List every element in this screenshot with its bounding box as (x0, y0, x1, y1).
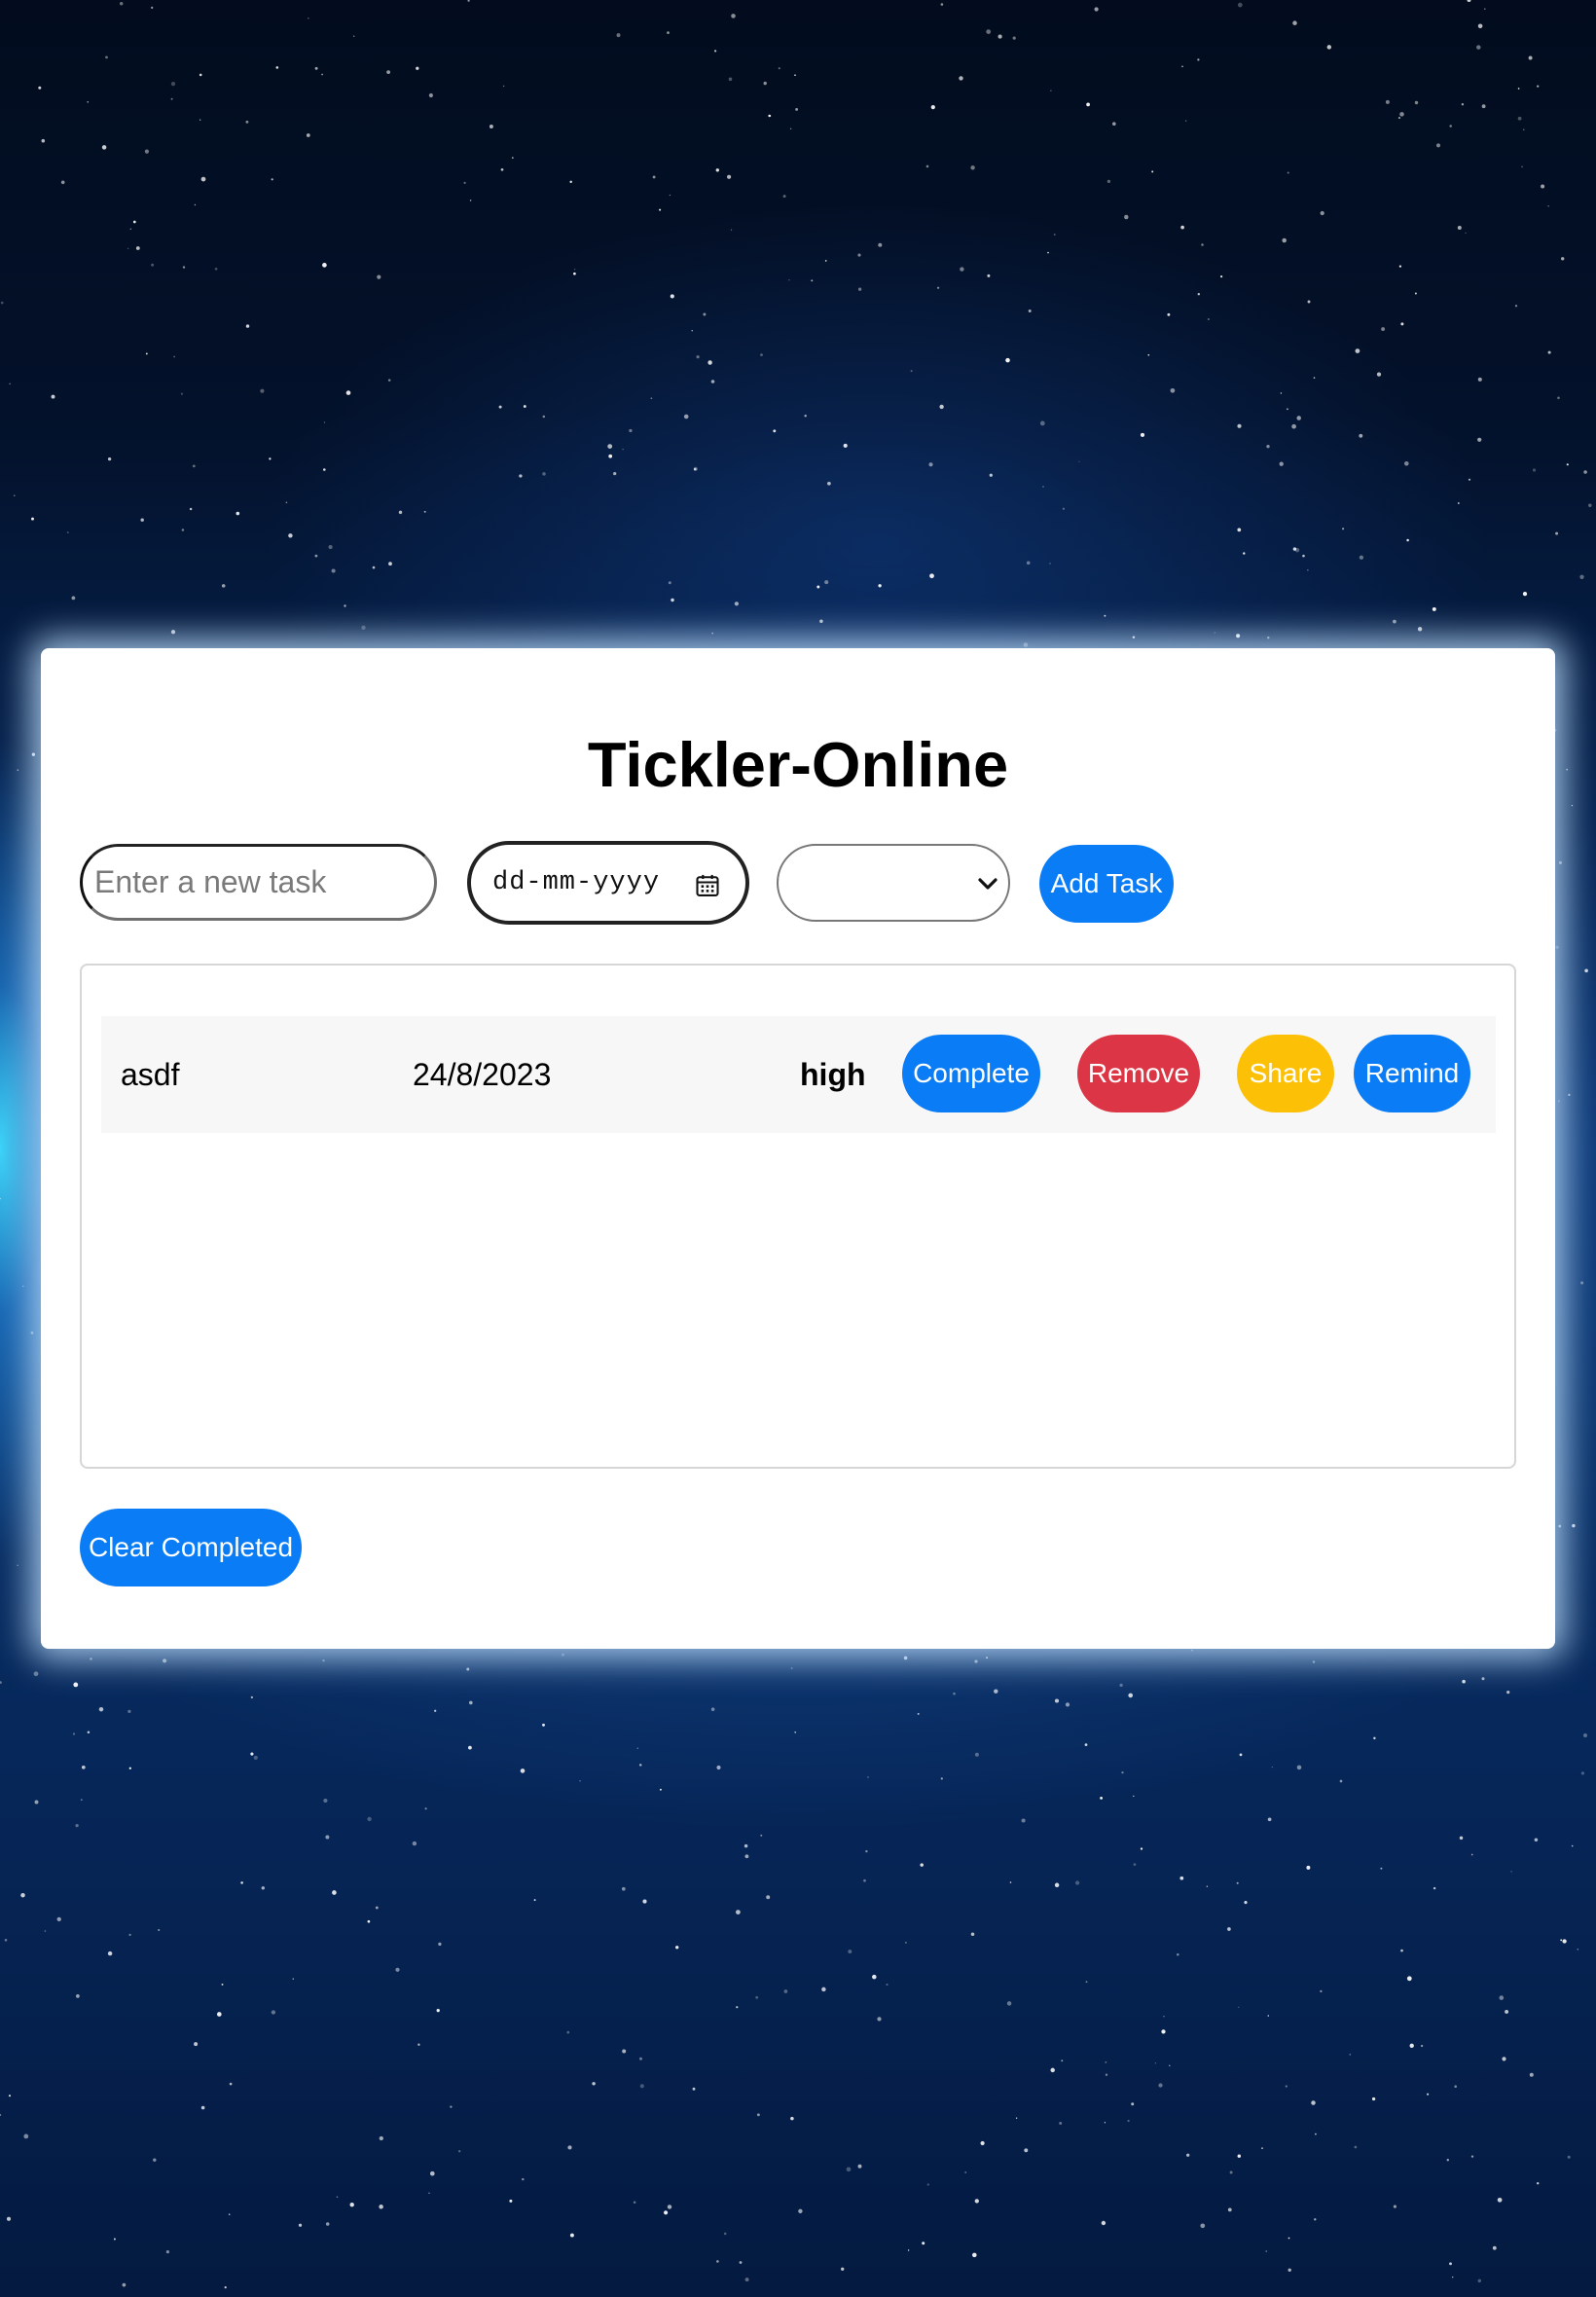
task-name: asdf (121, 1057, 180, 1092)
date-placeholder: dd-mm-yyyy (492, 868, 661, 897)
task-input[interactable] (80, 844, 437, 921)
add-task-button[interactable]: Add Task (1039, 845, 1174, 923)
calendar-icon[interactable] (694, 872, 721, 899)
chevron-down-icon (978, 878, 998, 890)
task-row: asdf 24/8/2023 high Complete Remove Shar… (101, 1016, 1496, 1133)
task-due-date: 24/8/2023 (413, 1057, 552, 1092)
priority-select[interactable] (777, 844, 1010, 922)
tickler-card: Tickler-Online dd-mm-yyyy Add Task asdf … (41, 648, 1555, 1649)
share-button[interactable]: Share (1237, 1035, 1334, 1112)
remind-button[interactable]: Remind (1354, 1035, 1470, 1112)
page-title: Tickler-Online (587, 729, 1009, 800)
due-date-input[interactable]: dd-mm-yyyy (467, 841, 749, 925)
clear-completed-button[interactable]: Clear Completed (80, 1509, 302, 1586)
task-list: asdf 24/8/2023 high Complete Remove Shar… (80, 964, 1516, 1469)
complete-button[interactable]: Complete (902, 1035, 1040, 1112)
task-priority: high (800, 1057, 866, 1092)
remove-button[interactable]: Remove (1077, 1035, 1200, 1112)
